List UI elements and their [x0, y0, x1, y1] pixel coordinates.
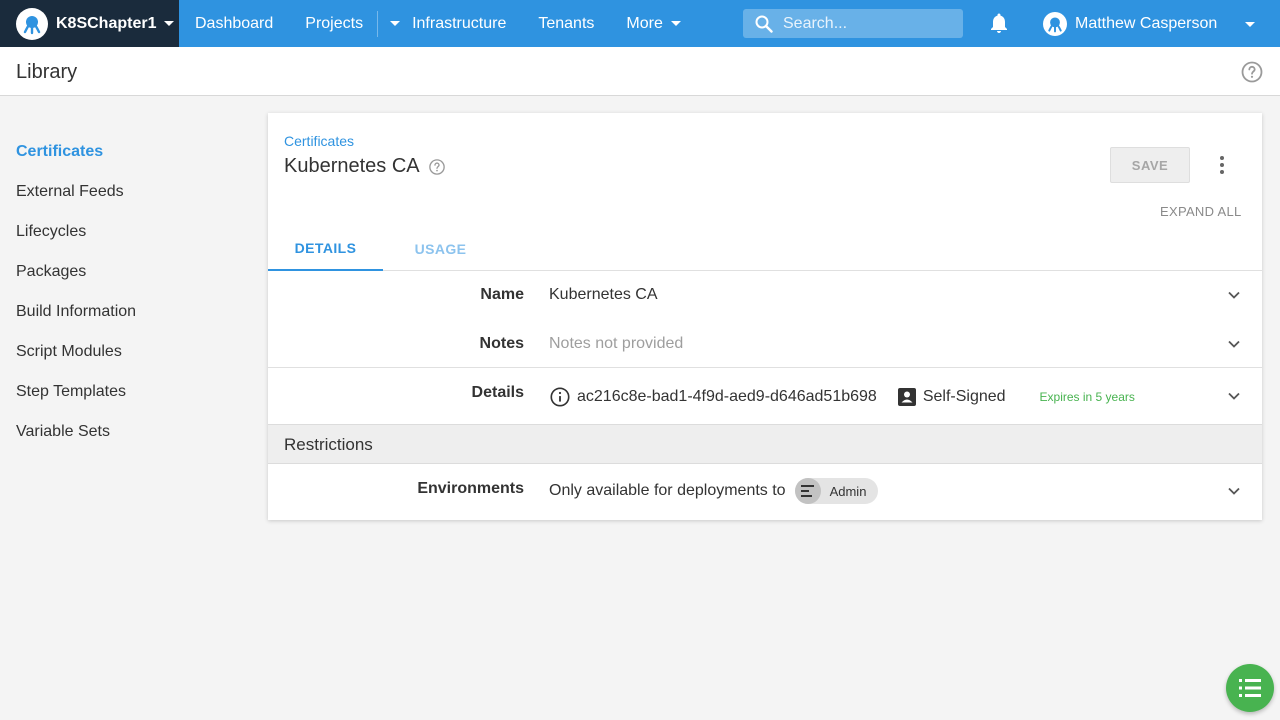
expand-all-button[interactable]: EXPAND ALL	[1160, 204, 1242, 219]
chevron-down-icon	[390, 21, 401, 26]
page-title: Library	[16, 61, 78, 83]
sidebar-item-variable-sets[interactable]: Variable Sets	[0, 412, 260, 452]
notes-value: Notes not provided	[549, 335, 684, 352]
library-header: Library	[0, 47, 1280, 96]
top-navigation: K8SChapter1 Dashboard Projects Infrastru…	[0, 0, 1280, 47]
sidebar-item-step-templates[interactable]: Step Templates	[0, 372, 260, 412]
tab-bar: DETAILS USAGE	[268, 226, 1262, 271]
projects-dropdown-button[interactable]	[378, 0, 412, 47]
environment-icon	[794, 478, 821, 504]
details-value: ac216c8e-bad1-4f9d-aed9-d646ad51b698 Sel…	[549, 386, 1135, 408]
notes-row[interactable]: Notes Notes not provided	[268, 332, 1262, 368]
help-icon[interactable]	[1240, 60, 1264, 84]
nav-infrastructure[interactable]: Infrastructure	[412, 0, 522, 47]
self-signed-label: Self-Signed	[922, 388, 1006, 405]
chevron-down-icon[interactable]	[1226, 388, 1242, 404]
environments-prefix: Only available for deployments to	[549, 482, 786, 499]
user-name: Matthew Casperson	[1075, 14, 1218, 32]
sidebar-item-packages[interactable]: Packages	[0, 252, 260, 292]
sidebar-item-lifecycles[interactable]: Lifecycles	[0, 212, 260, 252]
search-box[interactable]	[743, 9, 963, 38]
notes-label: Notes	[479, 335, 524, 352]
tab-details[interactable]: DETAILS	[268, 226, 383, 271]
task-list-button[interactable]	[1226, 664, 1274, 712]
breadcrumb[interactable]: Certificates	[284, 133, 354, 149]
save-button[interactable]: SAVE	[1110, 147, 1190, 183]
name-value: Kubernetes CA	[549, 286, 658, 303]
sidebar-item-build-information[interactable]: Build Information	[0, 292, 260, 332]
chevron-down-icon	[164, 21, 175, 26]
environments-value: Only available for deployments to Admin	[549, 478, 879, 504]
chevron-down-icon	[670, 21, 681, 26]
restrictions-title: Restrictions	[284, 435, 373, 454]
environment-chip[interactable]: Admin	[794, 478, 879, 504]
chevron-down-icon	[1245, 21, 1255, 27]
help-icon[interactable]	[428, 158, 446, 176]
tab-usage[interactable]: USAGE	[383, 226, 498, 271]
bell-icon[interactable]	[987, 11, 1011, 35]
octopus-logo-icon	[16, 7, 48, 40]
details-row[interactable]: Details ac216c8e-bad1-4f9d-aed9-d646ad51…	[268, 368, 1262, 424]
search-input[interactable]	[783, 14, 953, 33]
restrictions-section-header: Restrictions	[268, 424, 1262, 464]
details-label: Details	[471, 384, 524, 401]
nav-dashboard[interactable]: Dashboard	[179, 0, 289, 47]
nav-more[interactable]: More	[610, 0, 696, 47]
certificate-title: Kubernetes CA	[284, 155, 446, 178]
name-row[interactable]: Name Kubernetes CA	[268, 283, 1262, 319]
library-sidebar: Certificates External Feeds Lifecycles P…	[0, 132, 260, 452]
space-name: K8SChapter1	[56, 14, 157, 32]
user-avatar	[1043, 11, 1067, 36]
nav-projects[interactable]: Projects	[289, 0, 377, 47]
space-switcher[interactable]: K8SChapter1	[0, 0, 179, 47]
name-label: Name	[480, 286, 524, 303]
user-menu[interactable]: Matthew Casperson	[1043, 0, 1217, 47]
sidebar-item-script-modules[interactable]: Script Modules	[0, 332, 260, 372]
expiry-status: Expires in 5 years	[1039, 390, 1135, 404]
chevron-down-icon[interactable]	[1226, 336, 1242, 352]
search-icon	[755, 15, 773, 33]
user-menu-chevron-button[interactable]	[1240, 17, 1260, 31]
certificate-title-text: Kubernetes CA	[284, 155, 420, 177]
sidebar-item-certificates[interactable]: Certificates	[0, 132, 260, 172]
nav-more-label: More	[626, 14, 663, 32]
environments-label: Environments	[417, 480, 524, 497]
contact-card-icon	[897, 387, 917, 407]
sidebar-item-external-feeds[interactable]: External Feeds	[0, 172, 260, 212]
chevron-down-icon[interactable]	[1226, 483, 1242, 499]
environments-row[interactable]: Environments Only available for deployme…	[268, 465, 1262, 519]
info-icon	[549, 386, 571, 408]
environment-chip-label: Admin	[829, 483, 867, 499]
certificate-card: Certificates Kubernetes CA SAVE EXPAND A…	[268, 113, 1262, 520]
more-vert-icon[interactable]	[1214, 153, 1230, 177]
list-icon	[1239, 679, 1261, 697]
nav-tenants[interactable]: Tenants	[522, 0, 610, 47]
chevron-down-icon[interactable]	[1226, 287, 1242, 303]
certificate-thumbprint: ac216c8e-bad1-4f9d-aed9-d646ad51b698	[577, 388, 877, 405]
